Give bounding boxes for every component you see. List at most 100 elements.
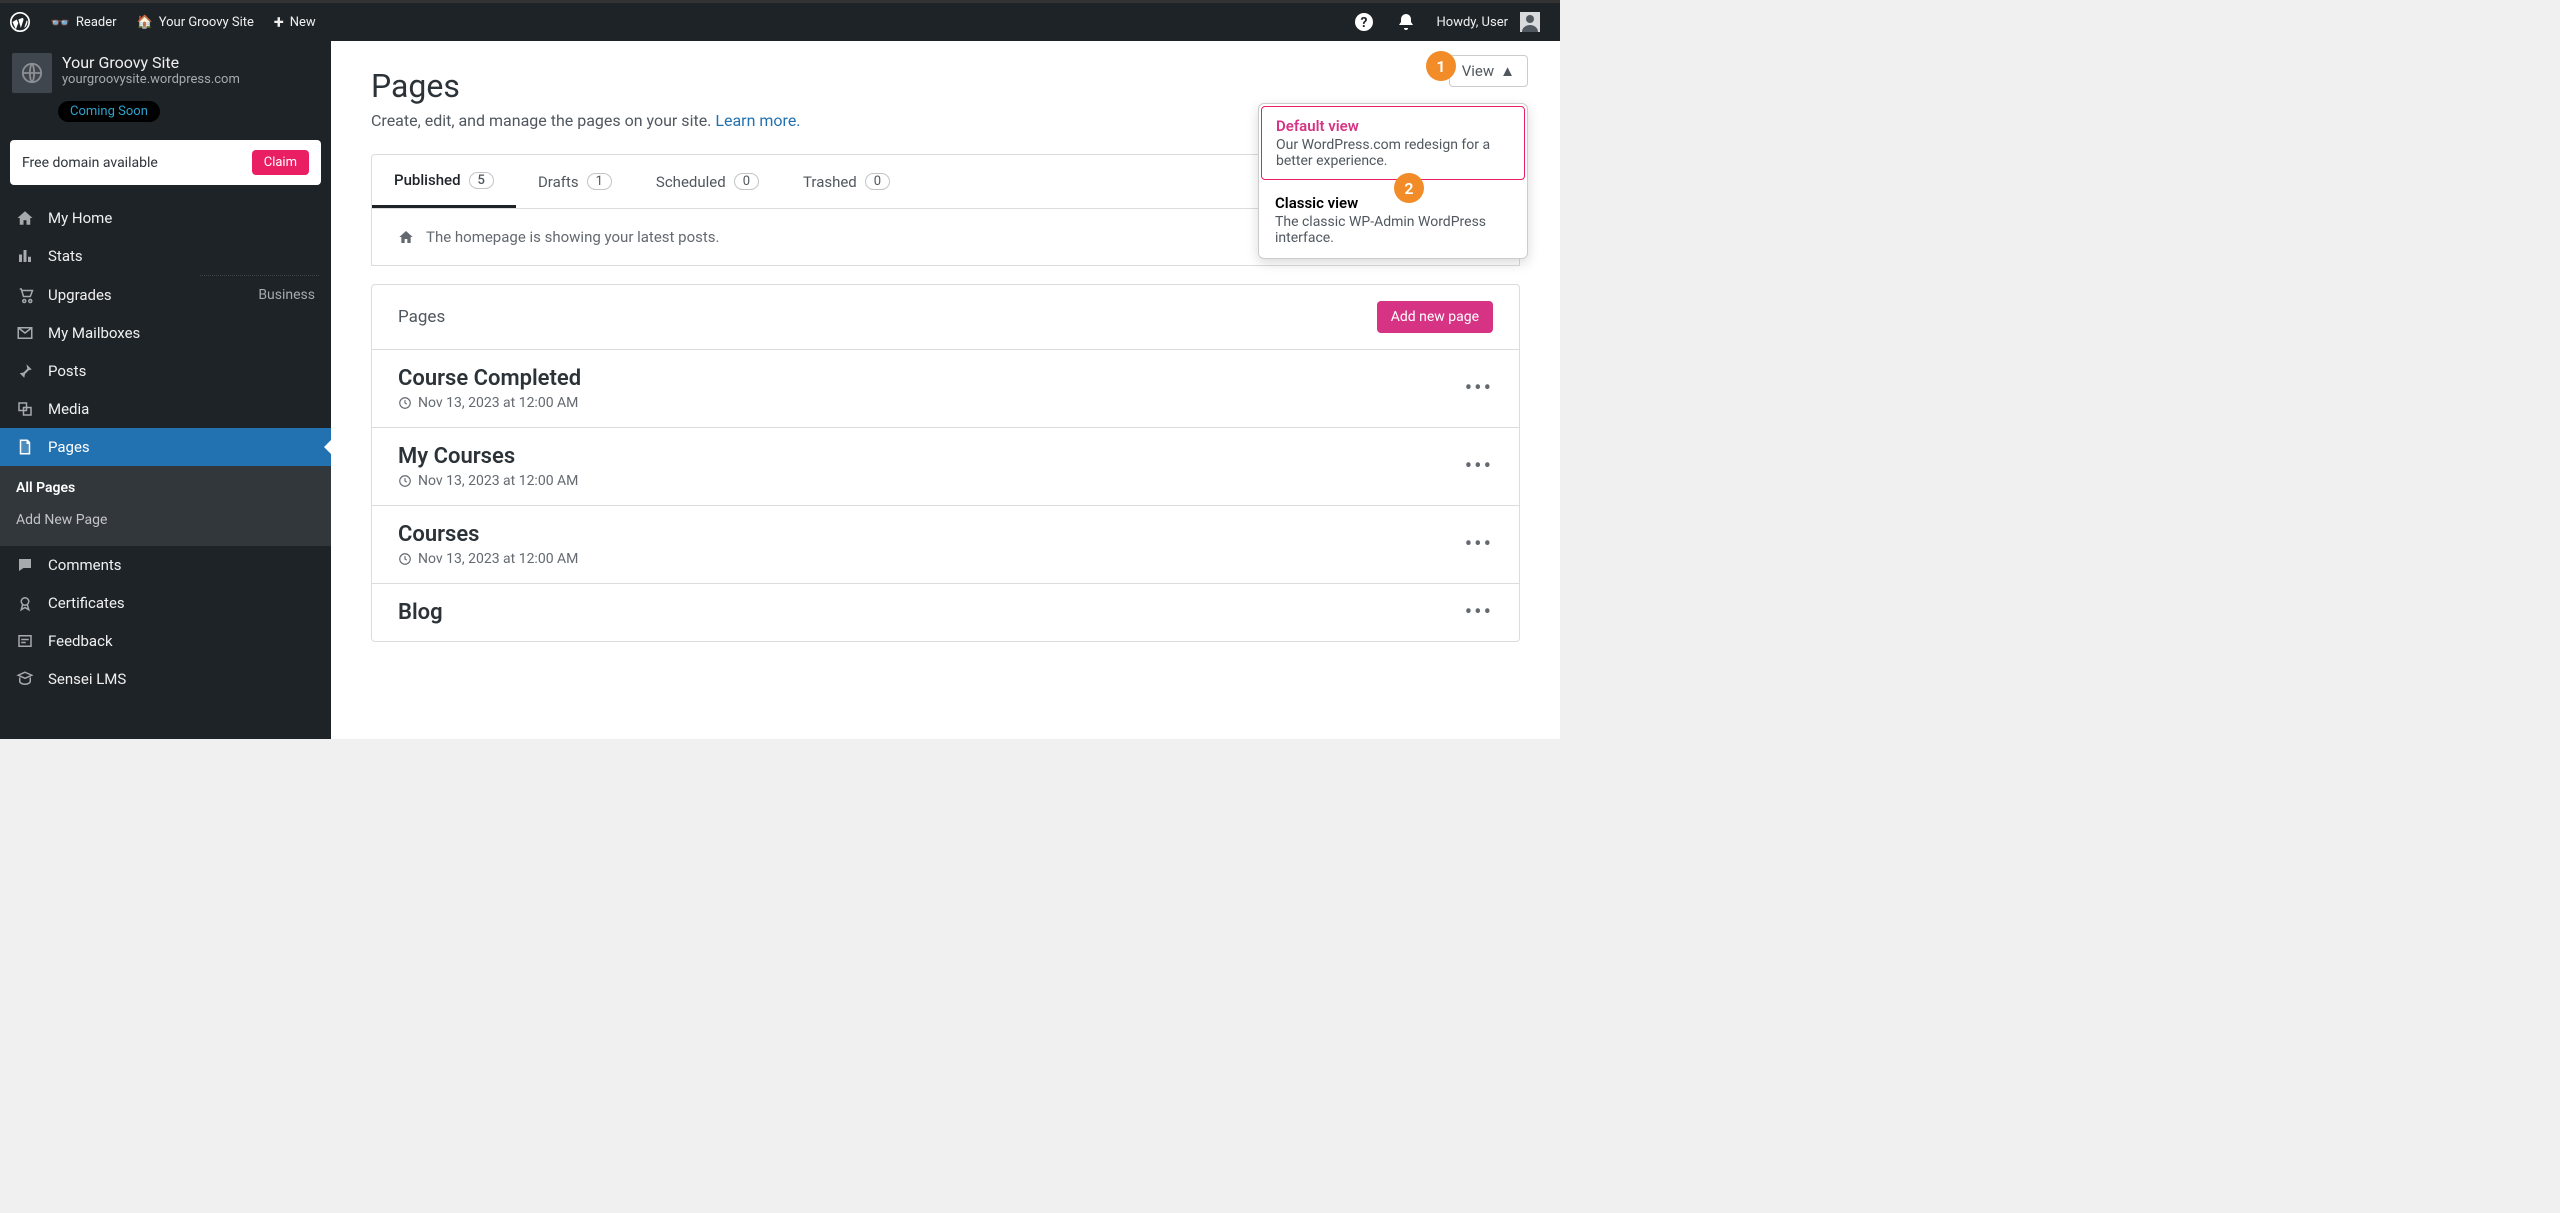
tab-count: 5 — [469, 172, 494, 189]
clock-icon — [398, 396, 412, 410]
admin-bar: 👓 Reader 🏠 Your Groovy Site + New ? Howd… — [0, 0, 1560, 41]
tab-published[interactable]: Published 5 — [372, 155, 516, 208]
tab-drafts[interactable]: Drafts 1 — [516, 155, 634, 208]
sidebar-item-certificates[interactable]: Certificates — [0, 584, 331, 622]
reader-link[interactable]: 👓 Reader — [40, 2, 127, 43]
sensei-icon — [16, 670, 36, 688]
account-link[interactable]: Howdy, User — [1427, 2, 1550, 43]
tab-label: Drafts — [538, 173, 579, 191]
home-icon — [398, 229, 414, 245]
domain-card: Free domain available Claim — [10, 140, 321, 185]
banner-text: The homepage is showing your latest post… — [426, 228, 719, 246]
panel-title: Pages — [398, 307, 445, 327]
sidebar-item-my-mailboxes[interactable]: My Mailboxes — [0, 314, 331, 352]
sidebar-item-feedback[interactable]: Feedback — [0, 622, 331, 660]
cert-icon — [16, 594, 36, 612]
sidebar-item-side: Business — [258, 287, 315, 303]
page-row[interactable]: My Courses Nov 13, 2023 at 12:00 AM ••• — [372, 427, 1519, 505]
page-row[interactable]: CoursesNov 13, 2023 at 12:00 AM••• — [372, 505, 1519, 583]
pages-panel: Pages Add new page Course Completed Nov 1… — [371, 284, 1520, 642]
add-new-page-button[interactable]: Add new page — [1377, 301, 1493, 333]
view-option-classic[interactable]: Classic view The classic WP-Admin WordPr… — [1259, 182, 1527, 258]
sidebar-item-label: Feedback — [48, 632, 113, 650]
tab-label: Scheduled — [656, 173, 726, 191]
view-option-title: Classic view — [1275, 194, 1511, 212]
subnav-item-all-pages[interactable]: All Pages — [0, 472, 331, 504]
plus-icon: + — [274, 12, 284, 33]
sidebar-item-label: Comments — [48, 556, 122, 574]
sidebar-item-label: Media — [48, 400, 89, 418]
howdy-label: Howdy, User — [1437, 15, 1508, 30]
claim-button[interactable]: Claim — [252, 150, 309, 175]
page-row-title: Course Completed — [398, 366, 581, 391]
page-icon — [16, 438, 36, 456]
view-popover: Default view Our WordPress.com redesign … — [1258, 103, 1528, 259]
help-icon: ? — [1353, 11, 1375, 33]
view-option-title: Default view — [1276, 117, 1510, 135]
sidebar-item-upgrades[interactable]: Upgrades Business — [0, 276, 331, 314]
sidebar-item-pages[interactable]: Pages — [0, 428, 331, 466]
site-card[interactable]: Your Groovy Site yourgroovysite.wordpres… — [0, 41, 331, 105]
svg-text:?: ? — [1360, 15, 1367, 31]
sidebar-item-label: Upgrades — [48, 286, 112, 304]
domain-card-text: Free domain available — [22, 155, 158, 171]
media-icon — [16, 400, 36, 418]
site-title-label: Your Groovy Site — [159, 15, 254, 30]
ellipsis-icon[interactable]: ••• — [1465, 532, 1493, 557]
view-button[interactable]: View ▲ — [1449, 55, 1528, 87]
ellipsis-icon[interactable]: ••• — [1465, 454, 1493, 479]
sidebar-item-label: Posts — [48, 362, 86, 380]
help-button[interactable]: ? — [1343, 2, 1385, 43]
tab-scheduled[interactable]: Scheduled 0 — [634, 155, 781, 208]
coming-soon-badge: Coming Soon — [58, 101, 160, 122]
sidebar-item-comments[interactable]: Comments — [0, 546, 331, 584]
tab-label: Published — [394, 171, 461, 189]
sidebar-subnav: All PagesAdd New Page — [0, 466, 331, 546]
notifications-button[interactable] — [1385, 2, 1427, 43]
reader-label: Reader — [76, 15, 117, 30]
sidebar-item-stats[interactable]: Stats — [0, 237, 331, 275]
sidebar-item-my-home[interactable]: My Home — [0, 199, 331, 237]
clock-icon — [398, 474, 412, 488]
page-row[interactable]: Course Completed Nov 13, 2023 at 12:00 AM… — [372, 349, 1519, 427]
tab-count: 1 — [587, 173, 612, 190]
page-row-meta: Nov 13, 2023 at 12:00 AM — [398, 395, 581, 411]
ellipsis-icon[interactable]: ••• — [1465, 376, 1493, 401]
sidebar-site-name: Your Groovy Site — [62, 53, 240, 72]
tab-count: 0 — [734, 173, 759, 190]
avatar-icon — [1520, 12, 1540, 32]
sidebar-item-label: Stats — [48, 247, 83, 265]
subnav-item-add-new-page[interactable]: Add New Page — [0, 504, 331, 536]
sidebar-item-media[interactable]: Media — [0, 390, 331, 428]
new-label: New — [290, 15, 316, 30]
ellipsis-icon[interactable]: ••• — [1465, 600, 1493, 625]
page-subtitle-text: Create, edit, and manage the pages on yo… — [371, 111, 715, 130]
page-row[interactable]: Blog••• — [372, 583, 1519, 641]
new-link[interactable]: + New — [264, 2, 326, 43]
globe-icon — [12, 53, 52, 93]
page-title: Pages — [371, 67, 1520, 105]
cart-icon — [16, 286, 36, 304]
clock-icon — [398, 552, 412, 566]
page-row-meta: Nov 13, 2023 at 12:00 AM — [398, 473, 578, 489]
learn-more-link[interactable]: Learn more. — [715, 111, 800, 130]
sidebar-item-sensei-lms[interactable]: Sensei LMS — [0, 660, 331, 698]
step-badge-2: 2 — [1394, 173, 1424, 203]
feedback-icon — [16, 632, 36, 650]
sidebar-item-label: My Home — [48, 209, 112, 227]
bell-icon — [1395, 11, 1417, 33]
mail-icon — [16, 324, 36, 342]
page-row-title: My Courses — [398, 444, 578, 469]
view-option-desc: Our WordPress.com redesign for a better … — [1276, 137, 1510, 169]
view-option-default[interactable]: Default view Our WordPress.com redesign … — [1261, 106, 1525, 180]
view-option-desc: The classic WP-Admin WordPress interface… — [1275, 214, 1511, 246]
wp-logo[interactable] — [0, 2, 40, 43]
sidebar-item-label: Pages — [48, 438, 90, 456]
pin-icon — [16, 362, 36, 380]
site-link[interactable]: 🏠 Your Groovy Site — [127, 2, 264, 43]
page-row-meta: Nov 13, 2023 at 12:00 AM — [398, 551, 578, 567]
home-icon — [16, 209, 36, 227]
tab-trashed[interactable]: Trashed0 — [781, 155, 912, 208]
glasses-icon: 👓 — [50, 13, 70, 32]
sidebar-item-posts[interactable]: Posts — [0, 352, 331, 390]
